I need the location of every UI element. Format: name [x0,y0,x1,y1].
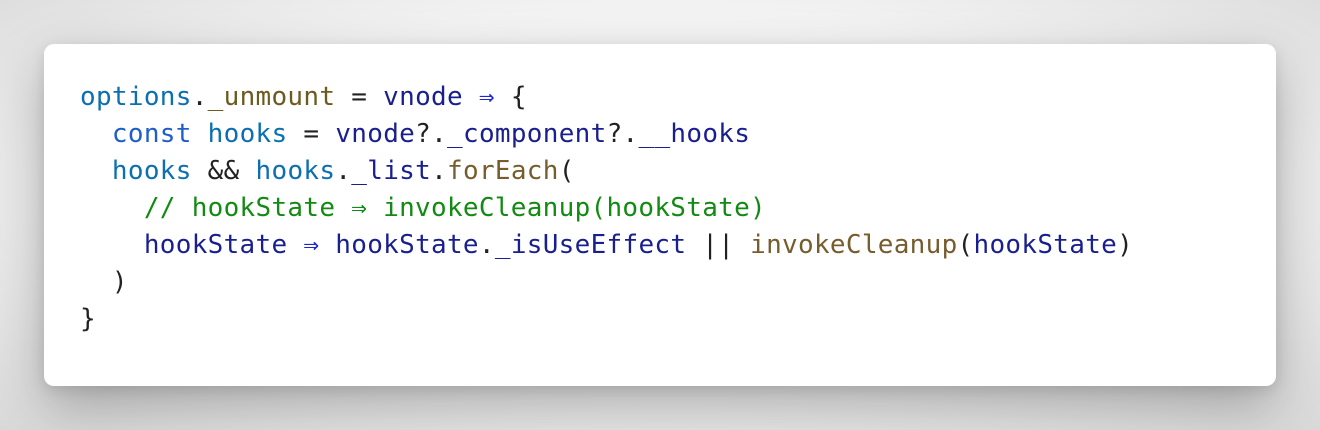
code-token: . [431,156,448,186]
code-token: _isUseEffect [494,230,687,260]
code-token: ( [558,156,575,186]
code-token: forEach [447,156,559,186]
code-token: hooks [111,156,192,186]
code-token: . [478,230,495,260]
code-token: invokeCleanup [750,230,958,260]
code-token: vnode [335,119,416,149]
code-token: } [80,304,96,334]
code-line: } [80,301,1133,338]
code-line: hooks && hooks._list.forEach( [80,153,1133,190]
code-token: . [335,156,352,186]
code-snippet-card: options._unmount = vnode ⇒ { const hooks… [44,44,1276,386]
code-token: ) [1117,230,1134,260]
code-token: hooks [255,156,336,186]
code-token: && [191,156,256,186]
code-token: const [111,119,192,149]
code-token: ?. [415,119,448,149]
code-token: || [686,230,751,260]
code-line: hookState ⇒ hookState._isUseEffect || in… [80,227,1133,264]
code-token: ⇒ [462,82,511,112]
code-block: options._unmount = vnode ⇒ { const hooks… [80,79,1133,338]
code-line: // hookState ⇒ invokeCleanup(hookState) [80,190,1133,227]
code-token: // hookState ⇒ invokeCleanup(hookState) [143,193,767,223]
code-token: = [335,82,384,112]
code-token: __hooks [638,119,751,149]
code-token: hooks [207,119,288,149]
code-token: = [287,119,336,149]
code-token: ⇒ [287,230,336,260]
code-token: _list [351,156,432,186]
code-token: . [191,82,208,112]
code-token: _component [447,119,607,149]
code-token: options [80,82,192,112]
code-token: hookState [143,230,288,260]
code-token: hookState [973,230,1118,260]
code-token: _unmount [207,82,336,112]
code-token: hookState [335,230,479,260]
code-token: ) [111,267,128,297]
code-token: ( [957,230,974,260]
code-line: const hooks = vnode?._component?.__hooks [80,116,1133,153]
code-line: options._unmount = vnode ⇒ { [80,79,1133,116]
code-token: ?. [606,119,639,149]
code-token: { [510,82,527,112]
code-line: ) [80,264,1133,301]
code-token: vnode [383,82,463,112]
